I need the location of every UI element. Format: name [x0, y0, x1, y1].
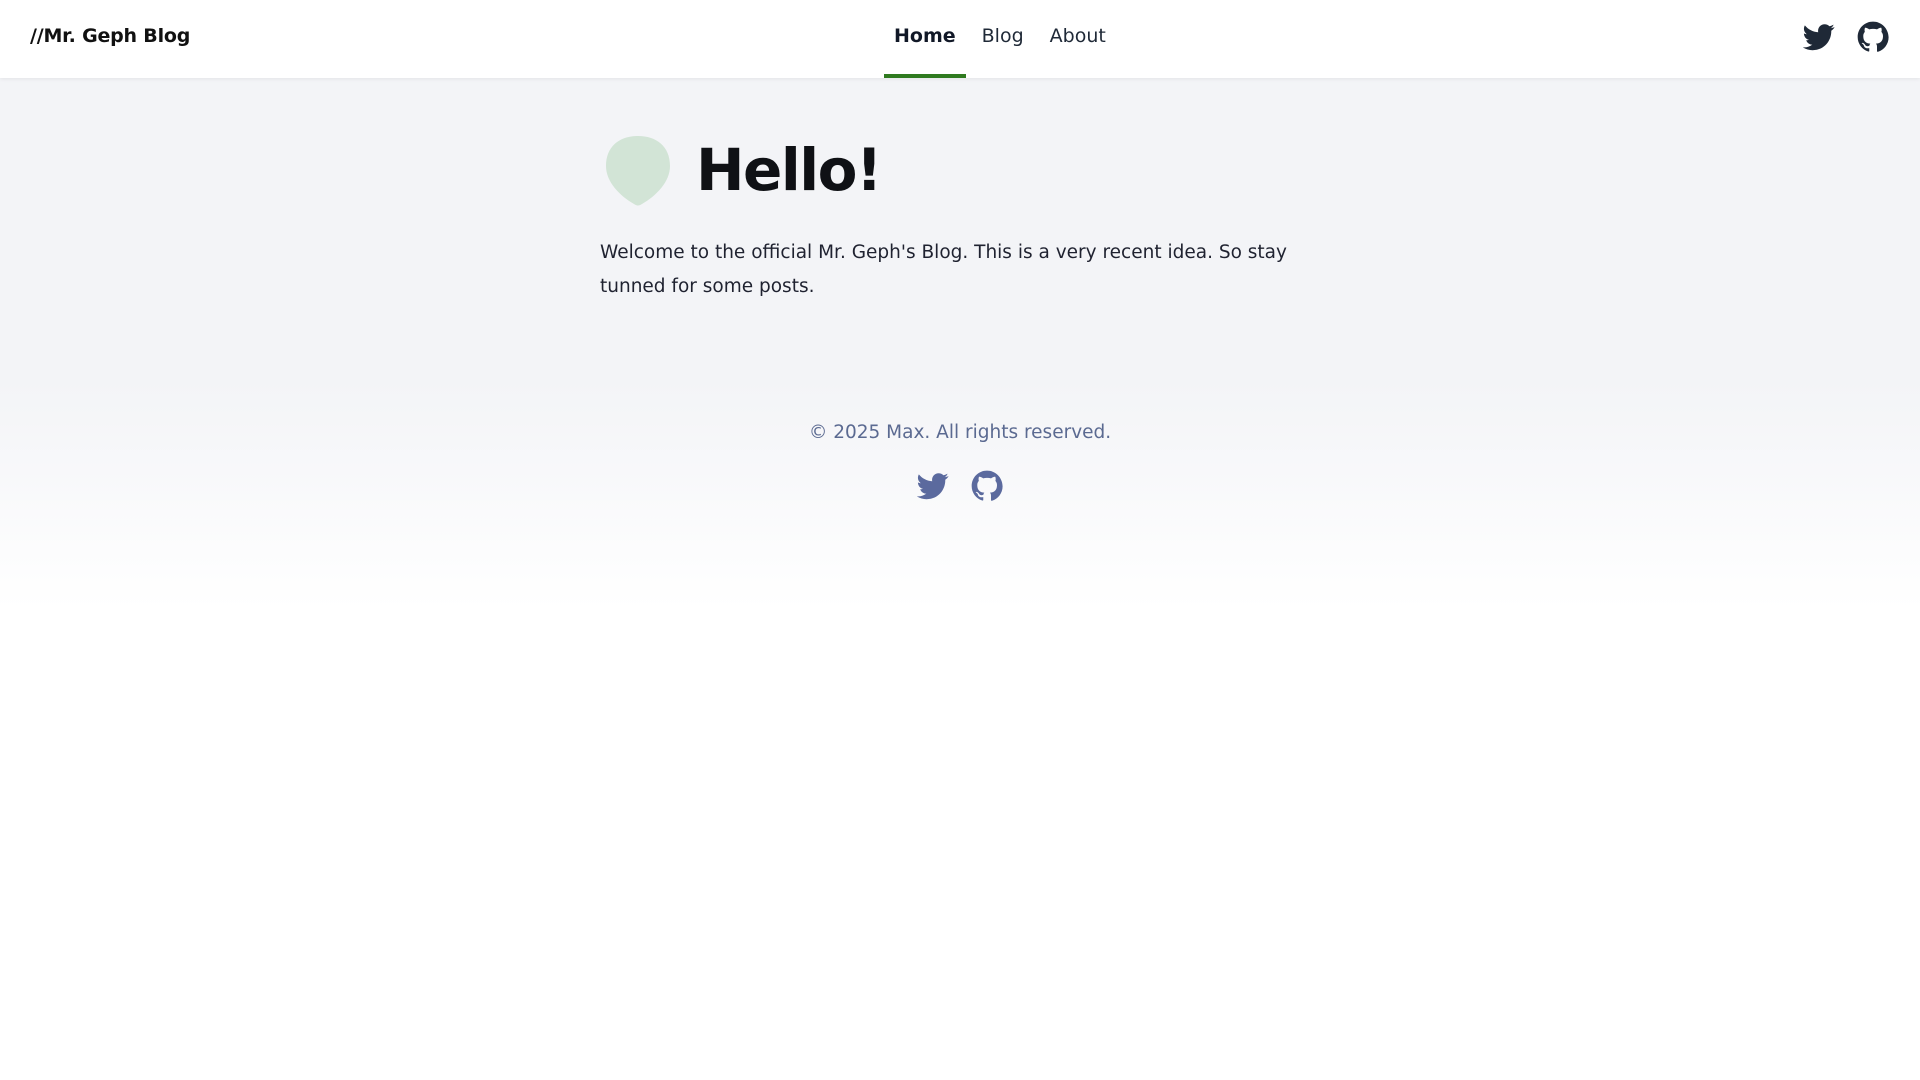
- twitter-icon: [917, 473, 949, 500]
- page-title: Hello!: [696, 136, 882, 204]
- page: //Mr. Geph Blog Home Blog About Hello! W…: [0, 0, 1920, 1080]
- site-header: //Mr. Geph Blog Home Blog About: [0, 0, 1920, 78]
- header-github-link[interactable]: [1856, 20, 1890, 54]
- main-content: Hello! Welcome to the official Mr. Geph'…: [600, 130, 1330, 304]
- brand-logo-link[interactable]: //Mr. Geph Blog: [30, 25, 190, 47]
- header-twitter-link[interactable]: [1802, 20, 1836, 54]
- hero: Hello!: [600, 130, 1330, 210]
- site-footer: © 2025 Max. All rights reserved.: [0, 380, 1920, 503]
- github-icon: [971, 470, 1003, 501]
- nav-item-home[interactable]: Home: [884, 0, 966, 78]
- footer-github-link[interactable]: [970, 469, 1004, 503]
- github-icon: [1857, 21, 1889, 52]
- intro-paragraph: Welcome to the official Mr. Geph's Blog.…: [600, 242, 1287, 297]
- twitter-icon: [1803, 24, 1835, 51]
- nav-item-blog[interactable]: Blog: [972, 0, 1034, 78]
- main-nav: Home Blog About: [884, 0, 1122, 78]
- footer-twitter-link[interactable]: [916, 469, 950, 503]
- footer-social-links: [0, 469, 1920, 503]
- nav-item-about[interactable]: About: [1040, 0, 1116, 78]
- copyright-text: © 2025 Max. All rights reserved.: [808, 422, 1112, 443]
- leaf-blob-decoration: [606, 136, 670, 206]
- header-social-links: [1802, 20, 1890, 54]
